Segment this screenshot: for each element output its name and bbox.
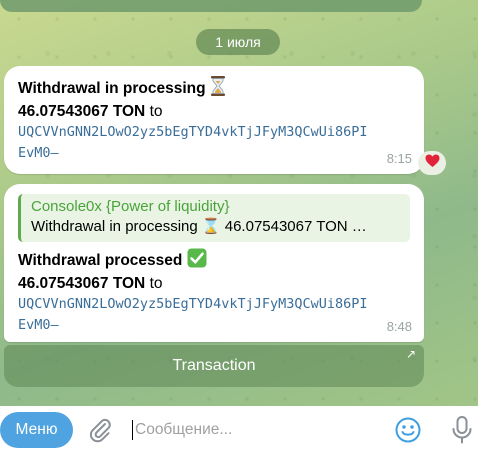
message-bubble[interactable]: Withdrawal in processing 46.07543067 TON… xyxy=(4,66,424,174)
transaction-button[interactable]: Transaction ↗ xyxy=(4,345,424,387)
amount-line: 46.07543067 TON to xyxy=(18,274,410,294)
reply-quote[interactable]: Console0x {Power of liquidity} Withdrawa… xyxy=(18,194,410,242)
message-time: 8:48 xyxy=(386,319,412,334)
external-link-icon: ↗ xyxy=(405,347,416,361)
quote-text: Withdrawal in processing ⌛ 46.07543067 T… xyxy=(31,218,367,235)
text-cursor xyxy=(132,420,133,440)
message-input[interactable] xyxy=(135,418,375,442)
heart-reaction[interactable] xyxy=(418,151,446,175)
amount: 46.07543067 TON xyxy=(18,103,146,120)
to-word: to xyxy=(145,275,163,292)
amount-line: 46.07543067 TON to xyxy=(18,102,410,122)
paperclip-icon[interactable] xyxy=(86,416,114,444)
quote-author: Console0x {Power of liquidity} xyxy=(31,198,230,215)
check-mark-icon xyxy=(187,248,207,274)
message-title-text: Withdrawal processed xyxy=(18,252,183,269)
amount: 46.07543067 TON xyxy=(18,275,146,292)
emoji-icon[interactable] xyxy=(394,416,422,444)
previous-message-edge xyxy=(0,0,422,12)
message-input-bar: Меню xyxy=(0,406,478,453)
wallet-address[interactable]: UQCVVnGNN2LOwO2yz5bEgTYD4vkTjJFyM3QCwUi8… xyxy=(18,294,410,315)
menu-button[interactable]: Меню xyxy=(0,412,73,448)
hourglass-icon xyxy=(210,76,226,102)
wallet-address[interactable]: UQCVVnGNN2LOwO2yz5bEgTYD4vkTjJFyM3QCwUi8… xyxy=(18,122,410,143)
transaction-button-label: Transaction xyxy=(172,357,256,374)
message-title-text: Withdrawal in processing xyxy=(18,80,206,97)
date-separator: 1 июля xyxy=(196,29,280,55)
wallet-address-cont[interactable]: EvM0— xyxy=(18,143,410,164)
message-bubble[interactable]: Console0x {Power of liquidity} Withdrawa… xyxy=(4,184,424,342)
message-time: 8:15 xyxy=(386,151,412,166)
wallet-address-cont[interactable]: EvM0— xyxy=(18,315,410,336)
message-title: Withdrawal in processing xyxy=(18,76,410,102)
microphone-icon[interactable] xyxy=(450,415,474,445)
to-word: to xyxy=(145,103,163,120)
message-title: Withdrawal processed xyxy=(18,248,410,274)
heart-icon xyxy=(425,154,439,167)
